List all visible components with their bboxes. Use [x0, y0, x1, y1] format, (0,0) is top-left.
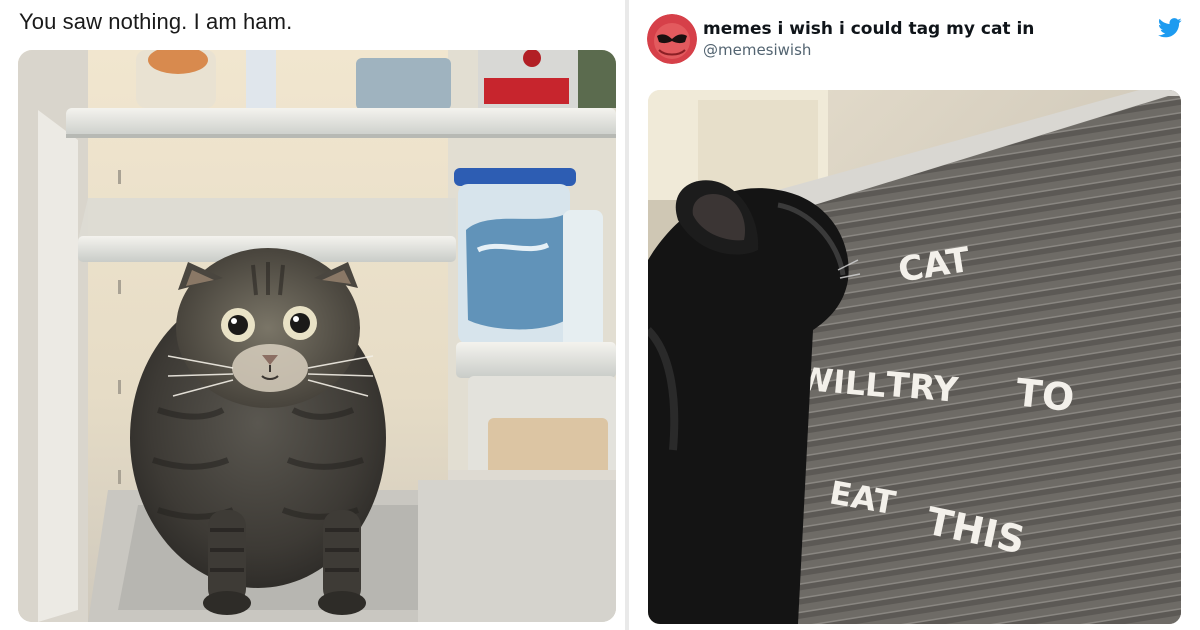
letter-board-scene: CAT WILL TRY TO EAT THIS — [648, 90, 1181, 624]
cat-in-fridge-photo — [18, 50, 616, 622]
board-word-4: TO — [1014, 370, 1077, 420]
account-handle[interactable]: @memesiwish — [703, 41, 811, 59]
meme-caption: You saw nothing. I am ham. — [19, 9, 293, 34]
fridge-scene — [18, 50, 616, 622]
avatar-icon — [647, 14, 697, 64]
twitter-bird-icon[interactable] — [1158, 18, 1182, 38]
left-meme-panel: You saw nothing. I am ham. — [0, 0, 625, 630]
cat-letter-board-photo: CAT WILL TRY TO EAT THIS — [648, 90, 1181, 624]
tweet-panel: memes i wish i could tag my cat in @meme… — [629, 0, 1200, 630]
profile-avatar[interactable] — [647, 14, 697, 64]
account-name[interactable]: memes i wish i could tag my cat in — [703, 19, 1034, 39]
board-word-3: TRY — [884, 365, 960, 411]
